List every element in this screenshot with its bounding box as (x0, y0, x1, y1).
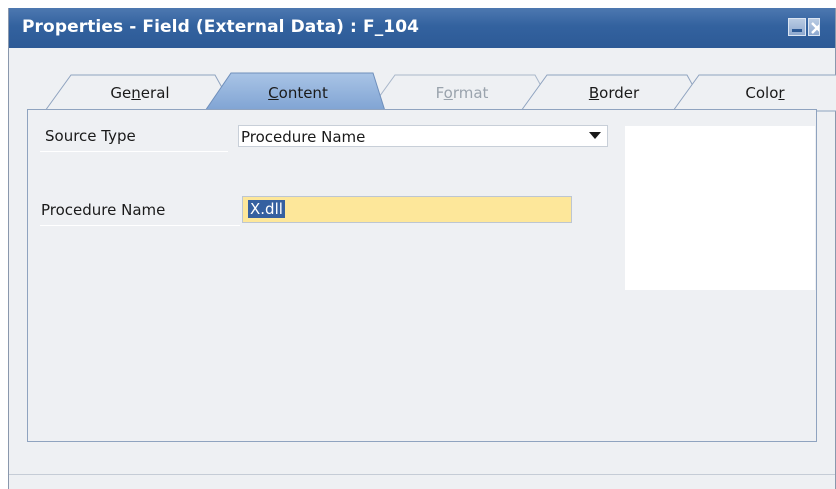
tab-content[interactable]: Content (204, 72, 391, 112)
source-type-value: Procedure Name (241, 128, 366, 146)
tab-color-label: Color (745, 84, 785, 102)
procedure-name-value: X.dll (248, 200, 285, 218)
close-icon (811, 22, 819, 34)
procedure-name-input[interactable]: X.dll (242, 196, 572, 223)
title-bar[interactable]: Properties - Field (External Data) : F_1… (9, 8, 835, 48)
tab-strip: General Format Border Color Content (9, 48, 836, 113)
footer-divider (9, 474, 835, 475)
content-panel: Source Type Procedure Name Procedure Nam… (27, 109, 817, 442)
tab-color[interactable]: Color (672, 74, 836, 112)
dropdown-arrow-icon[interactable] (589, 132, 601, 139)
properties-window: Properties - Field (External Data) : F_1… (8, 8, 836, 489)
minimize-button[interactable] (788, 18, 806, 36)
source-type-label: Source Type (45, 127, 136, 145)
preview-area (625, 126, 815, 290)
row-divider (40, 151, 228, 152)
tab-content-label: Content (268, 84, 328, 102)
close-button[interactable] (808, 18, 820, 36)
procedure-name-label: Procedure Name (41, 201, 166, 219)
source-type-dropdown[interactable]: Procedure Name (238, 125, 608, 147)
row-divider (40, 225, 240, 226)
window-title: Properties - Field (External Data) : F_1… (22, 17, 420, 37)
